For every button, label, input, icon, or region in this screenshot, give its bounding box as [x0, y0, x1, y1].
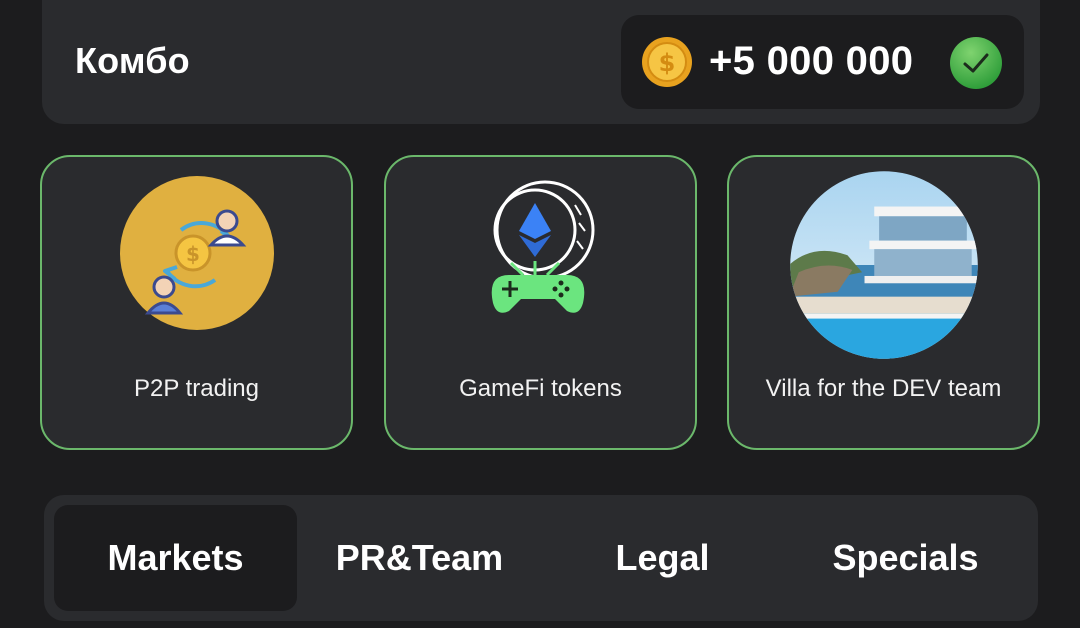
tab-pr-team[interactable]: PR&Team: [298, 505, 541, 611]
tab-specials[interactable]: Specials: [784, 505, 1027, 611]
combo-title: Комбо: [75, 40, 190, 81]
card-label: P2P trading: [134, 375, 259, 402]
villa-image: [789, 171, 978, 359]
card-villa-dev-team[interactable]: Villa for the DEV team: [727, 155, 1040, 450]
tab-legal[interactable]: Legal: [541, 505, 784, 611]
gamefi-controller-icon: [491, 180, 594, 313]
p2p-trading-icon: $: [119, 176, 274, 330]
combo-header: Комбо $ +5 000 000: [42, 0, 1040, 124]
card-gamefi-tokens[interactable]: GameFi tokens: [384, 155, 697, 450]
svg-text:$: $: [659, 49, 676, 77]
card-label: Villa for the DEV team: [765, 375, 1002, 402]
coin-icon: $: [642, 37, 692, 87]
combo-reward: $ +5 000 000: [621, 15, 1024, 109]
svg-text:$: $: [186, 242, 200, 266]
category-tabs: Markets PR&Team Legal Specials: [44, 495, 1038, 621]
tab-markets[interactable]: Markets: [54, 505, 297, 611]
check-icon: [950, 37, 1002, 89]
card-label: GameFi tokens: [459, 375, 622, 402]
card-p2p-trading[interactable]: $ P2P trading: [40, 155, 353, 450]
reward-amount: +5 000 000: [709, 39, 914, 83]
